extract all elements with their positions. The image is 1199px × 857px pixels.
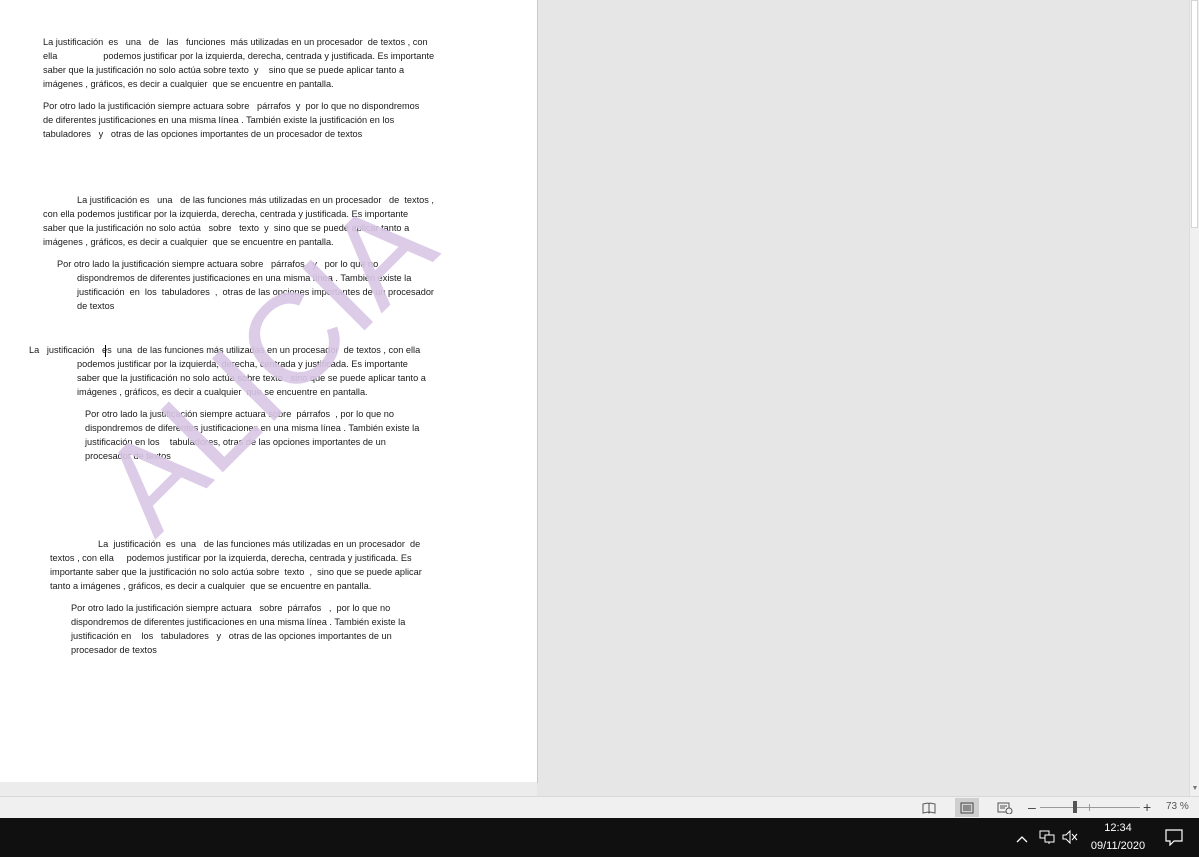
paragraph-3-1[interactable]: La justificación es una de las funciones… bbox=[29, 343, 426, 399]
volume-muted-icon bbox=[1062, 829, 1078, 845]
text-cursor bbox=[105, 345, 106, 357]
print-layout-icon bbox=[960, 802, 974, 813]
text-line: justificación en los tabuladores y otras… bbox=[71, 631, 392, 641]
text-line: tabuladores y otras de las opciones impo… bbox=[43, 129, 363, 139]
taskbar: 12:34 09/11/2020 bbox=[0, 818, 1199, 857]
document-page[interactable]: La justificación es una de las funciones… bbox=[0, 0, 538, 783]
document-workspace[interactable]: La justificación es una de las funciones… bbox=[0, 0, 1189, 796]
zoom-level[interactable]: 73 % bbox=[1166, 801, 1189, 812]
print-layout-button[interactable] bbox=[955, 798, 979, 817]
clock-time[interactable]: 12:34 bbox=[1088, 822, 1148, 834]
text-line: La justificación es una de las funciones… bbox=[77, 195, 434, 205]
vertical-scrollbar[interactable]: ▼ bbox=[1189, 0, 1199, 796]
text-line: imágenes , gráficos, es decir a cualquie… bbox=[77, 387, 368, 397]
text-line: La justificación es una de las funciones… bbox=[29, 345, 421, 355]
zoom-out-button[interactable]: – bbox=[1028, 799, 1036, 815]
text-line: con ella podemos justificar por la izqui… bbox=[43, 209, 409, 219]
text-line: Por otro lado la justificación siempre a… bbox=[71, 603, 391, 613]
zoom-slider-thumb[interactable] bbox=[1073, 801, 1077, 813]
paragraph-3-2[interactable]: Por otro lado la justificación siempre a… bbox=[85, 407, 419, 463]
text-line: imágenes , gráficos, es decir a cualquie… bbox=[43, 79, 334, 89]
web-layout-button[interactable] bbox=[993, 798, 1017, 817]
scrollbar-thumb[interactable] bbox=[1191, 0, 1198, 228]
text-line: justificación en los tabuladores , otras… bbox=[77, 287, 434, 297]
text-line: La justificación es una de las funciones… bbox=[43, 37, 428, 47]
text-line: de diferentes justificaciones en una mis… bbox=[43, 115, 395, 125]
text-line: Por otro lado la justificación siempre a… bbox=[57, 259, 379, 269]
text-line: dispondremos de diferentes justificacion… bbox=[71, 617, 406, 627]
book-icon bbox=[922, 801, 936, 814]
text-line: La justificación es una de las funciones… bbox=[98, 539, 421, 549]
text-line: importante saber que la justificación no… bbox=[50, 567, 422, 577]
chevron-up-icon bbox=[1016, 836, 1028, 843]
read-mode-button[interactable] bbox=[917, 798, 941, 817]
text-line: ella podemos justificar por la izquierda… bbox=[43, 51, 435, 61]
network-button[interactable] bbox=[1039, 830, 1055, 849]
text-line: saber que la justificación no solo actúa… bbox=[43, 223, 410, 233]
paragraph-1-2[interactable]: Por otro lado la justificación siempre a… bbox=[43, 99, 419, 141]
horizontal-scrollbar[interactable] bbox=[0, 782, 537, 796]
text-line: procesador de textos bbox=[71, 645, 157, 655]
text-line: Por otro lado la justificación siempre a… bbox=[43, 101, 420, 111]
web-layout-icon bbox=[997, 802, 1013, 814]
status-bar: – + 73 % bbox=[0, 796, 1199, 818]
zoom-in-button[interactable]: + bbox=[1143, 799, 1151, 815]
text-line: podemos justificar por la izquierda, der… bbox=[77, 359, 408, 369]
zoom-slider-track[interactable] bbox=[1040, 807, 1140, 808]
volume-button[interactable] bbox=[1062, 829, 1078, 849]
text-line: dispondremos de diferentes justificacion… bbox=[85, 423, 420, 433]
text-line: dispondremos de diferentes justificacion… bbox=[77, 273, 412, 283]
text-line: tanto a imágenes , gráficos, es decir a … bbox=[50, 581, 372, 591]
zoom-slider-center-mark bbox=[1089, 804, 1090, 811]
notification-icon bbox=[1165, 829, 1183, 847]
paragraph-4-2[interactable]: Por otro lado la justificación siempre a… bbox=[71, 601, 405, 657]
scroll-down-arrow-icon[interactable]: ▼ bbox=[1190, 784, 1199, 794]
text-line: Por otro lado la justificación siempre a… bbox=[85, 409, 394, 419]
paragraph-2-1[interactable]: La justificación es una de las funciones… bbox=[43, 193, 434, 249]
text-line: procesador de textos bbox=[85, 451, 171, 461]
text-line: justificación en los tabuladores, otras … bbox=[85, 437, 386, 447]
paragraph-1-1[interactable]: La justificación es una de las funciones… bbox=[43, 35, 434, 91]
show-hidden-icons-button[interactable] bbox=[1016, 831, 1028, 849]
clock-date[interactable]: 09/11/2020 bbox=[1083, 840, 1153, 852]
network-icon bbox=[1039, 830, 1055, 844]
text-line: saber que la justificación no solo actúa… bbox=[77, 373, 426, 383]
text-line: de textos bbox=[77, 301, 115, 311]
paragraph-2-2[interactable]: Por otro lado la justificación siempre a… bbox=[57, 257, 434, 313]
text-line: saber que la justificación no solo actúa… bbox=[43, 65, 405, 75]
text-line: textos , con ella podemos justificar por… bbox=[50, 553, 412, 563]
action-center-button[interactable] bbox=[1165, 828, 1183, 851]
paragraph-4-1[interactable]: La justificación es una de las funciones… bbox=[50, 537, 422, 593]
text-line: imágenes , gráficos, es decir a cualquie… bbox=[43, 237, 334, 247]
